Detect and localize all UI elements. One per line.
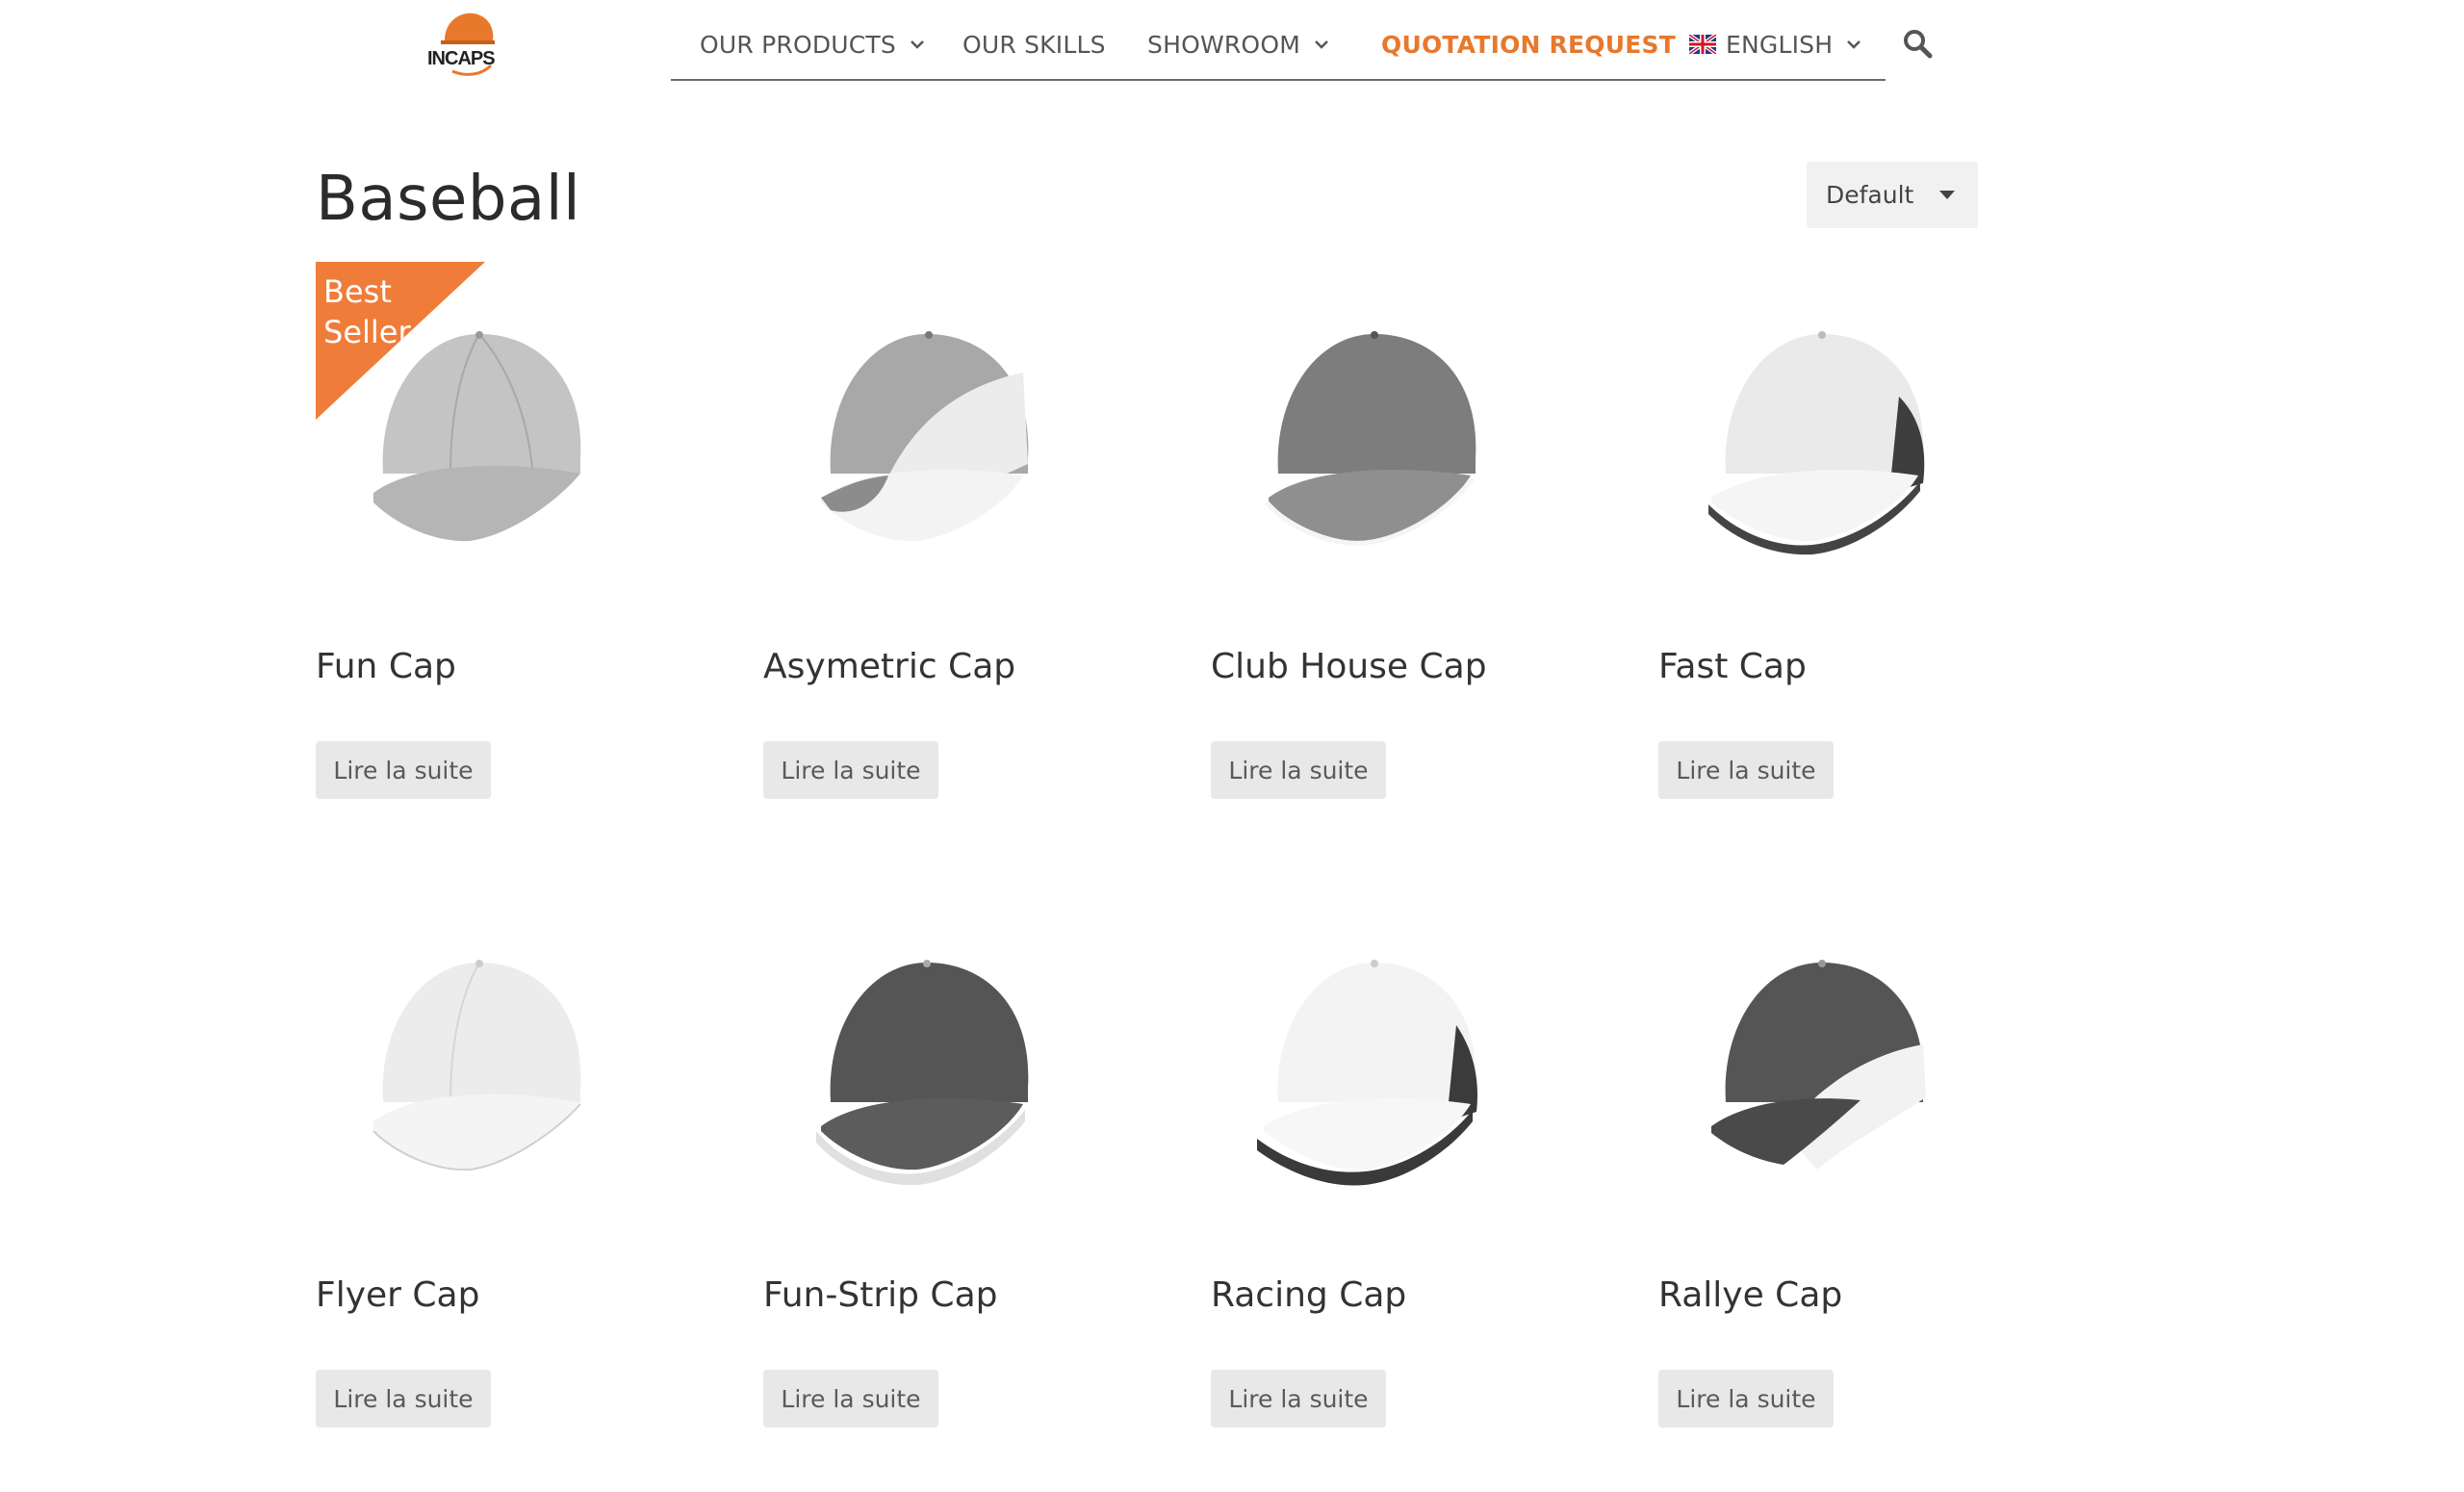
site-header: INCAPS OUR PRODUCTS OUR SKILLS SHOWROOM …: [0, 0, 2464, 96]
uk-flag-icon: [1689, 35, 1716, 54]
product-name[interactable]: Fast Cap: [1658, 647, 1807, 686]
caret-down-icon: [1939, 191, 1955, 199]
cap-image: [816, 960, 1029, 1186]
best-seller-badge: Best Seller: [316, 262, 485, 420]
language-label: ENGLISH: [1726, 30, 1834, 59]
page-title: Baseball: [316, 164, 581, 235]
product-image[interactable]: [316, 890, 633, 1208]
product-card: Racing Cap Lire la suite: [1211, 890, 1528, 1429]
read-more-button[interactable]: Lire la suite: [1658, 1370, 1834, 1428]
nav-showroom[interactable]: SHOWROOM: [1147, 27, 1329, 62]
product-name[interactable]: Rallye Cap: [1658, 1275, 1842, 1315]
chevron-down-icon: [911, 40, 924, 49]
read-more-button[interactable]: Lire la suite: [1658, 741, 1834, 799]
nav-our-skills[interactable]: OUR SKILLS: [962, 27, 1106, 62]
product-card: Flyer Cap Lire la suite: [316, 890, 633, 1429]
read-more-button[interactable]: Lire la suite: [763, 1370, 938, 1428]
read-more-button[interactable]: Lire la suite: [316, 1370, 491, 1428]
cap-image: [1711, 960, 1926, 1170]
logo-text: INCAPS: [427, 48, 496, 69]
best-seller-text: Best Seller: [323, 271, 411, 352]
product-image[interactable]: [1211, 262, 1528, 579]
product-name[interactable]: Club House Cap: [1211, 647, 1487, 686]
product-card: Fast Cap Lire la suite: [1658, 262, 1976, 801]
badge-line-2: Seller: [323, 314, 411, 350]
product-image[interactable]: [1658, 262, 1976, 579]
main-navigation: OUR PRODUCTS OUR SKILLS SHOWROOM QUOTATI…: [671, 0, 1886, 81]
product-name[interactable]: Flyer Cap: [316, 1275, 479, 1315]
nav-quotation-request[interactable]: QUOTATION REQUEST: [1381, 27, 1676, 62]
product-image[interactable]: [1658, 890, 1976, 1208]
sort-dropdown-value: Default: [1826, 181, 1914, 209]
product-card: Asymetric Cap Lire la suite: [763, 262, 1081, 801]
read-more-button[interactable]: Lire la suite: [1211, 1370, 1386, 1428]
cap-image: [1257, 960, 1478, 1186]
chevron-down-icon: [1315, 40, 1328, 49]
nav-our-skills-label: OUR SKILLS: [962, 30, 1106, 59]
product-name[interactable]: Asymetric Cap: [763, 647, 1015, 686]
product-card: Fun-Strip Cap Lire la suite: [763, 890, 1081, 1429]
product-name[interactable]: Fun-Strip Cap: [763, 1275, 997, 1315]
read-more-button[interactable]: Lire la suite: [763, 741, 938, 799]
chevron-down-icon: [1847, 40, 1861, 49]
cap-image: [372, 960, 581, 1171]
nav-our-products-label: OUR PRODUCTS: [700, 30, 896, 59]
nav-quotation-request-label: QUOTATION REQUEST: [1381, 30, 1676, 59]
product-card: Best Seller Fun Cap Lire la suite: [316, 262, 633, 801]
product-name[interactable]: Racing Cap: [1211, 1275, 1406, 1315]
product-card: Club House Cap Lire la suite: [1211, 262, 1528, 801]
cap-image: [821, 331, 1029, 542]
product-name[interactable]: Fun Cap: [316, 647, 456, 686]
product-image[interactable]: Best Seller: [316, 262, 633, 579]
search-icon: [1904, 30, 1933, 59]
nav-showroom-label: SHOWROOM: [1147, 30, 1300, 59]
product-image[interactable]: [763, 262, 1081, 579]
site-logo[interactable]: INCAPS: [424, 8, 500, 81]
cap-image: [1265, 331, 1476, 546]
read-more-button[interactable]: Lire la suite: [316, 741, 491, 799]
cap-image: [1708, 331, 1925, 555]
nav-our-products[interactable]: OUR PRODUCTS: [700, 27, 925, 62]
product-image[interactable]: [763, 890, 1081, 1208]
language-selector[interactable]: ENGLISH: [1689, 27, 1861, 62]
search-button[interactable]: [1901, 27, 1934, 60]
badge-line-1: Best: [323, 273, 392, 310]
product-card: Rallye Cap Lire la suite: [1658, 890, 1976, 1429]
product-image[interactable]: [1211, 890, 1528, 1208]
sort-dropdown[interactable]: Default: [1807, 162, 1978, 228]
read-more-button[interactable]: Lire la suite: [1211, 741, 1386, 799]
